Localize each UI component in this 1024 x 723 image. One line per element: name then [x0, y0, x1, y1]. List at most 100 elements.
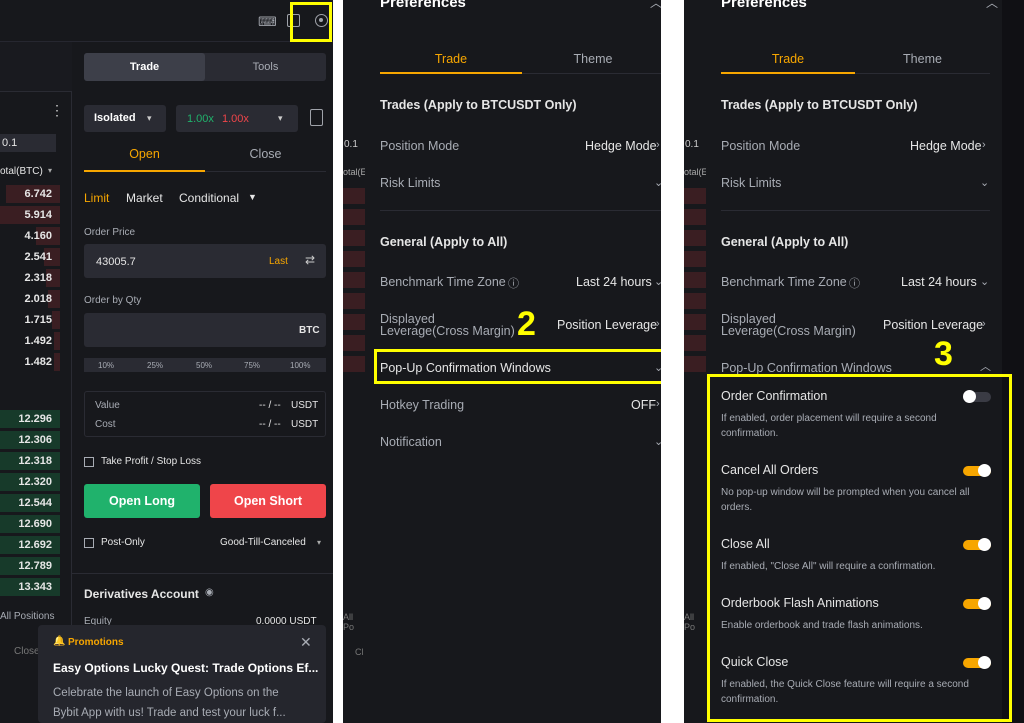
- order-type-conditional[interactable]: Conditional: [179, 191, 239, 205]
- promo-title[interactable]: Easy Options Lucky Quest: Trade Options …: [53, 661, 318, 675]
- percent-25[interactable]: 25%: [147, 361, 163, 370]
- margin-mode-select[interactable]: Isolated ▾: [84, 105, 166, 132]
- keyboard-icon[interactable]: ⌨: [258, 15, 277, 28]
- bid-row[interactable]: 12.306: [0, 431, 60, 449]
- tab-trade[interactable]: Trade: [84, 53, 205, 81]
- chevron-right-icon[interactable]: ›: [982, 139, 986, 151]
- open-long-button[interactable]: Open Long: [84, 484, 200, 518]
- order-by-qty-label[interactable]: Order by Qty: [84, 295, 141, 306]
- qty-percent-slider[interactable]: 10% 25% 50% 75% 100%: [84, 358, 326, 372]
- bid-row[interactable]: 12.320: [0, 473, 60, 491]
- ask-row[interactable]: 1.715: [0, 311, 60, 329]
- option-toggle[interactable]: [963, 656, 991, 669]
- chevron-right-icon[interactable]: ›: [656, 398, 660, 410]
- preferences-title: Preferences: [721, 0, 807, 11]
- ask-row[interactable]: 6.742: [0, 185, 60, 203]
- chevron-up-icon[interactable]: ︿: [650, 0, 661, 11]
- percent-75[interactable]: 75%: [244, 361, 260, 370]
- eye-icon[interactable]: ◉: [205, 587, 214, 598]
- bid-total: 13.343: [18, 581, 52, 593]
- tab-theme[interactable]: Theme: [855, 48, 990, 74]
- option-toggle[interactable]: [963, 464, 991, 477]
- ask-depth-bar: [684, 209, 706, 225]
- derivatives-account-title: Derivatives Account: [84, 587, 199, 601]
- option-toggle[interactable]: [963, 597, 991, 610]
- option-toggle[interactable]: [963, 390, 991, 403]
- ask-row[interactable]: 2.018: [0, 290, 60, 308]
- chevron-down-icon[interactable]: ⌄: [980, 275, 989, 288]
- help-icon[interactable]: ⓘ: [508, 275, 519, 291]
- bid-row[interactable]: 13.343: [0, 578, 60, 596]
- chevron-down-icon[interactable]: ⌄: [654, 176, 661, 189]
- option-toggle[interactable]: [963, 538, 991, 551]
- ask-row[interactable]: 2.318: [0, 269, 60, 287]
- value-label: Value: [95, 400, 120, 411]
- position-mode-value[interactable]: Hedge Mode: [910, 139, 982, 153]
- displayed-leverage-value[interactable]: Position Leverage: [557, 318, 657, 332]
- popup-confirmation-label[interactable]: Pop-Up Confirmation Windows: [721, 361, 892, 375]
- qty-input[interactable]: BTC: [84, 313, 326, 347]
- percent-50[interactable]: 50%: [196, 361, 212, 370]
- chevron-down-icon[interactable]: ⌄: [654, 275, 661, 288]
- bid-row[interactable]: 12.318: [0, 452, 60, 470]
- time-in-force-select[interactable]: Good-Till-Canceled: [220, 537, 306, 548]
- chevron-right-icon[interactable]: ›: [656, 139, 660, 151]
- post-only-checkbox[interactable]: [84, 538, 94, 548]
- all-positions-tab[interactable]: All Positions: [0, 611, 54, 622]
- tab-tools[interactable]: Tools: [205, 53, 326, 81]
- displayed-leverage-value[interactable]: Position Leverage: [883, 318, 983, 332]
- tab-trade[interactable]: Trade: [380, 48, 522, 74]
- position-mode-value[interactable]: Hedge Mode: [585, 139, 657, 153]
- percent-10[interactable]: 10%: [98, 361, 114, 370]
- precision-value: 0.1: [2, 137, 18, 149]
- chevron-up-icon[interactable]: ︿: [986, 0, 998, 11]
- leverage-select[interactable]: 1.00x 1.00x ▾: [176, 105, 298, 132]
- swap-icon[interactable]: ⇄: [305, 253, 315, 267]
- bid-row[interactable]: 12.692: [0, 536, 60, 554]
- tab-trade[interactable]: Trade: [721, 48, 855, 74]
- calculator-icon[interactable]: [310, 109, 323, 126]
- ask-row[interactable]: 5.914: [0, 206, 60, 224]
- ask-row[interactable]: 1.482: [0, 353, 60, 371]
- bid-row[interactable]: 12.296: [0, 410, 60, 428]
- ask-row[interactable]: 2.541: [0, 248, 60, 266]
- bid-total: 12.296: [18, 413, 52, 425]
- order-type-market[interactable]: Market: [126, 191, 163, 205]
- ask-depth-bar: [54, 332, 60, 350]
- risk-limits-label[interactable]: Risk Limits: [380, 176, 440, 190]
- open-short-button[interactable]: Open Short: [210, 484, 326, 518]
- bid-row[interactable]: 12.690: [0, 515, 60, 533]
- order-type-limit[interactable]: Limit: [84, 191, 109, 205]
- option-description: Enable orderbook and trade flash animati…: [721, 620, 923, 631]
- tab-theme[interactable]: Theme: [522, 48, 661, 74]
- bid-row[interactable]: 12.544: [0, 494, 60, 512]
- tpsl-checkbox[interactable]: [84, 457, 94, 467]
- benchmark-value[interactable]: Last 24 hours: [576, 275, 652, 289]
- risk-limits-label[interactable]: Risk Limits: [721, 176, 781, 190]
- benchmark-value[interactable]: Last 24 hours: [901, 275, 977, 289]
- last-price-button[interactable]: Last: [269, 256, 288, 267]
- notification-label[interactable]: Notification: [380, 435, 442, 449]
- precision-select[interactable]: 0.1: [0, 134, 56, 152]
- tab-close[interactable]: Close: [205, 140, 326, 172]
- chevron-right-icon[interactable]: ›: [656, 318, 660, 330]
- side-precision: 0.1: [344, 139, 358, 150]
- close-icon[interactable]: ✕: [300, 634, 312, 651]
- percent-100[interactable]: 100%: [290, 361, 310, 370]
- benchmark-label: Benchmark Time Zone: [380, 275, 506, 289]
- chevron-right-icon[interactable]: ›: [982, 318, 986, 330]
- order-price-input[interactable]: 43005.7 Last ⇄: [84, 244, 326, 278]
- ask-row[interactable]: 1.492: [0, 332, 60, 350]
- option-description: If enabled, order placement will require…: [721, 413, 937, 424]
- chevron-down-icon[interactable]: ⌄: [980, 176, 989, 189]
- help-icon[interactable]: ⓘ: [849, 275, 860, 291]
- ask-depth-bar: [684, 293, 706, 309]
- ask-row[interactable]: 4.160: [0, 227, 60, 245]
- chevron-down-icon[interactable]: ▾: [48, 166, 52, 175]
- bid-row[interactable]: 12.789: [0, 557, 60, 575]
- chevron-down-icon[interactable]: ⌄: [654, 435, 661, 448]
- more-icon[interactable]: ⋮: [50, 103, 64, 117]
- hotkey-trading-value[interactable]: OFF: [631, 398, 656, 412]
- tab-open[interactable]: Open: [84, 140, 205, 172]
- chevron-up-icon[interactable]: ︿: [980, 358, 991, 374]
